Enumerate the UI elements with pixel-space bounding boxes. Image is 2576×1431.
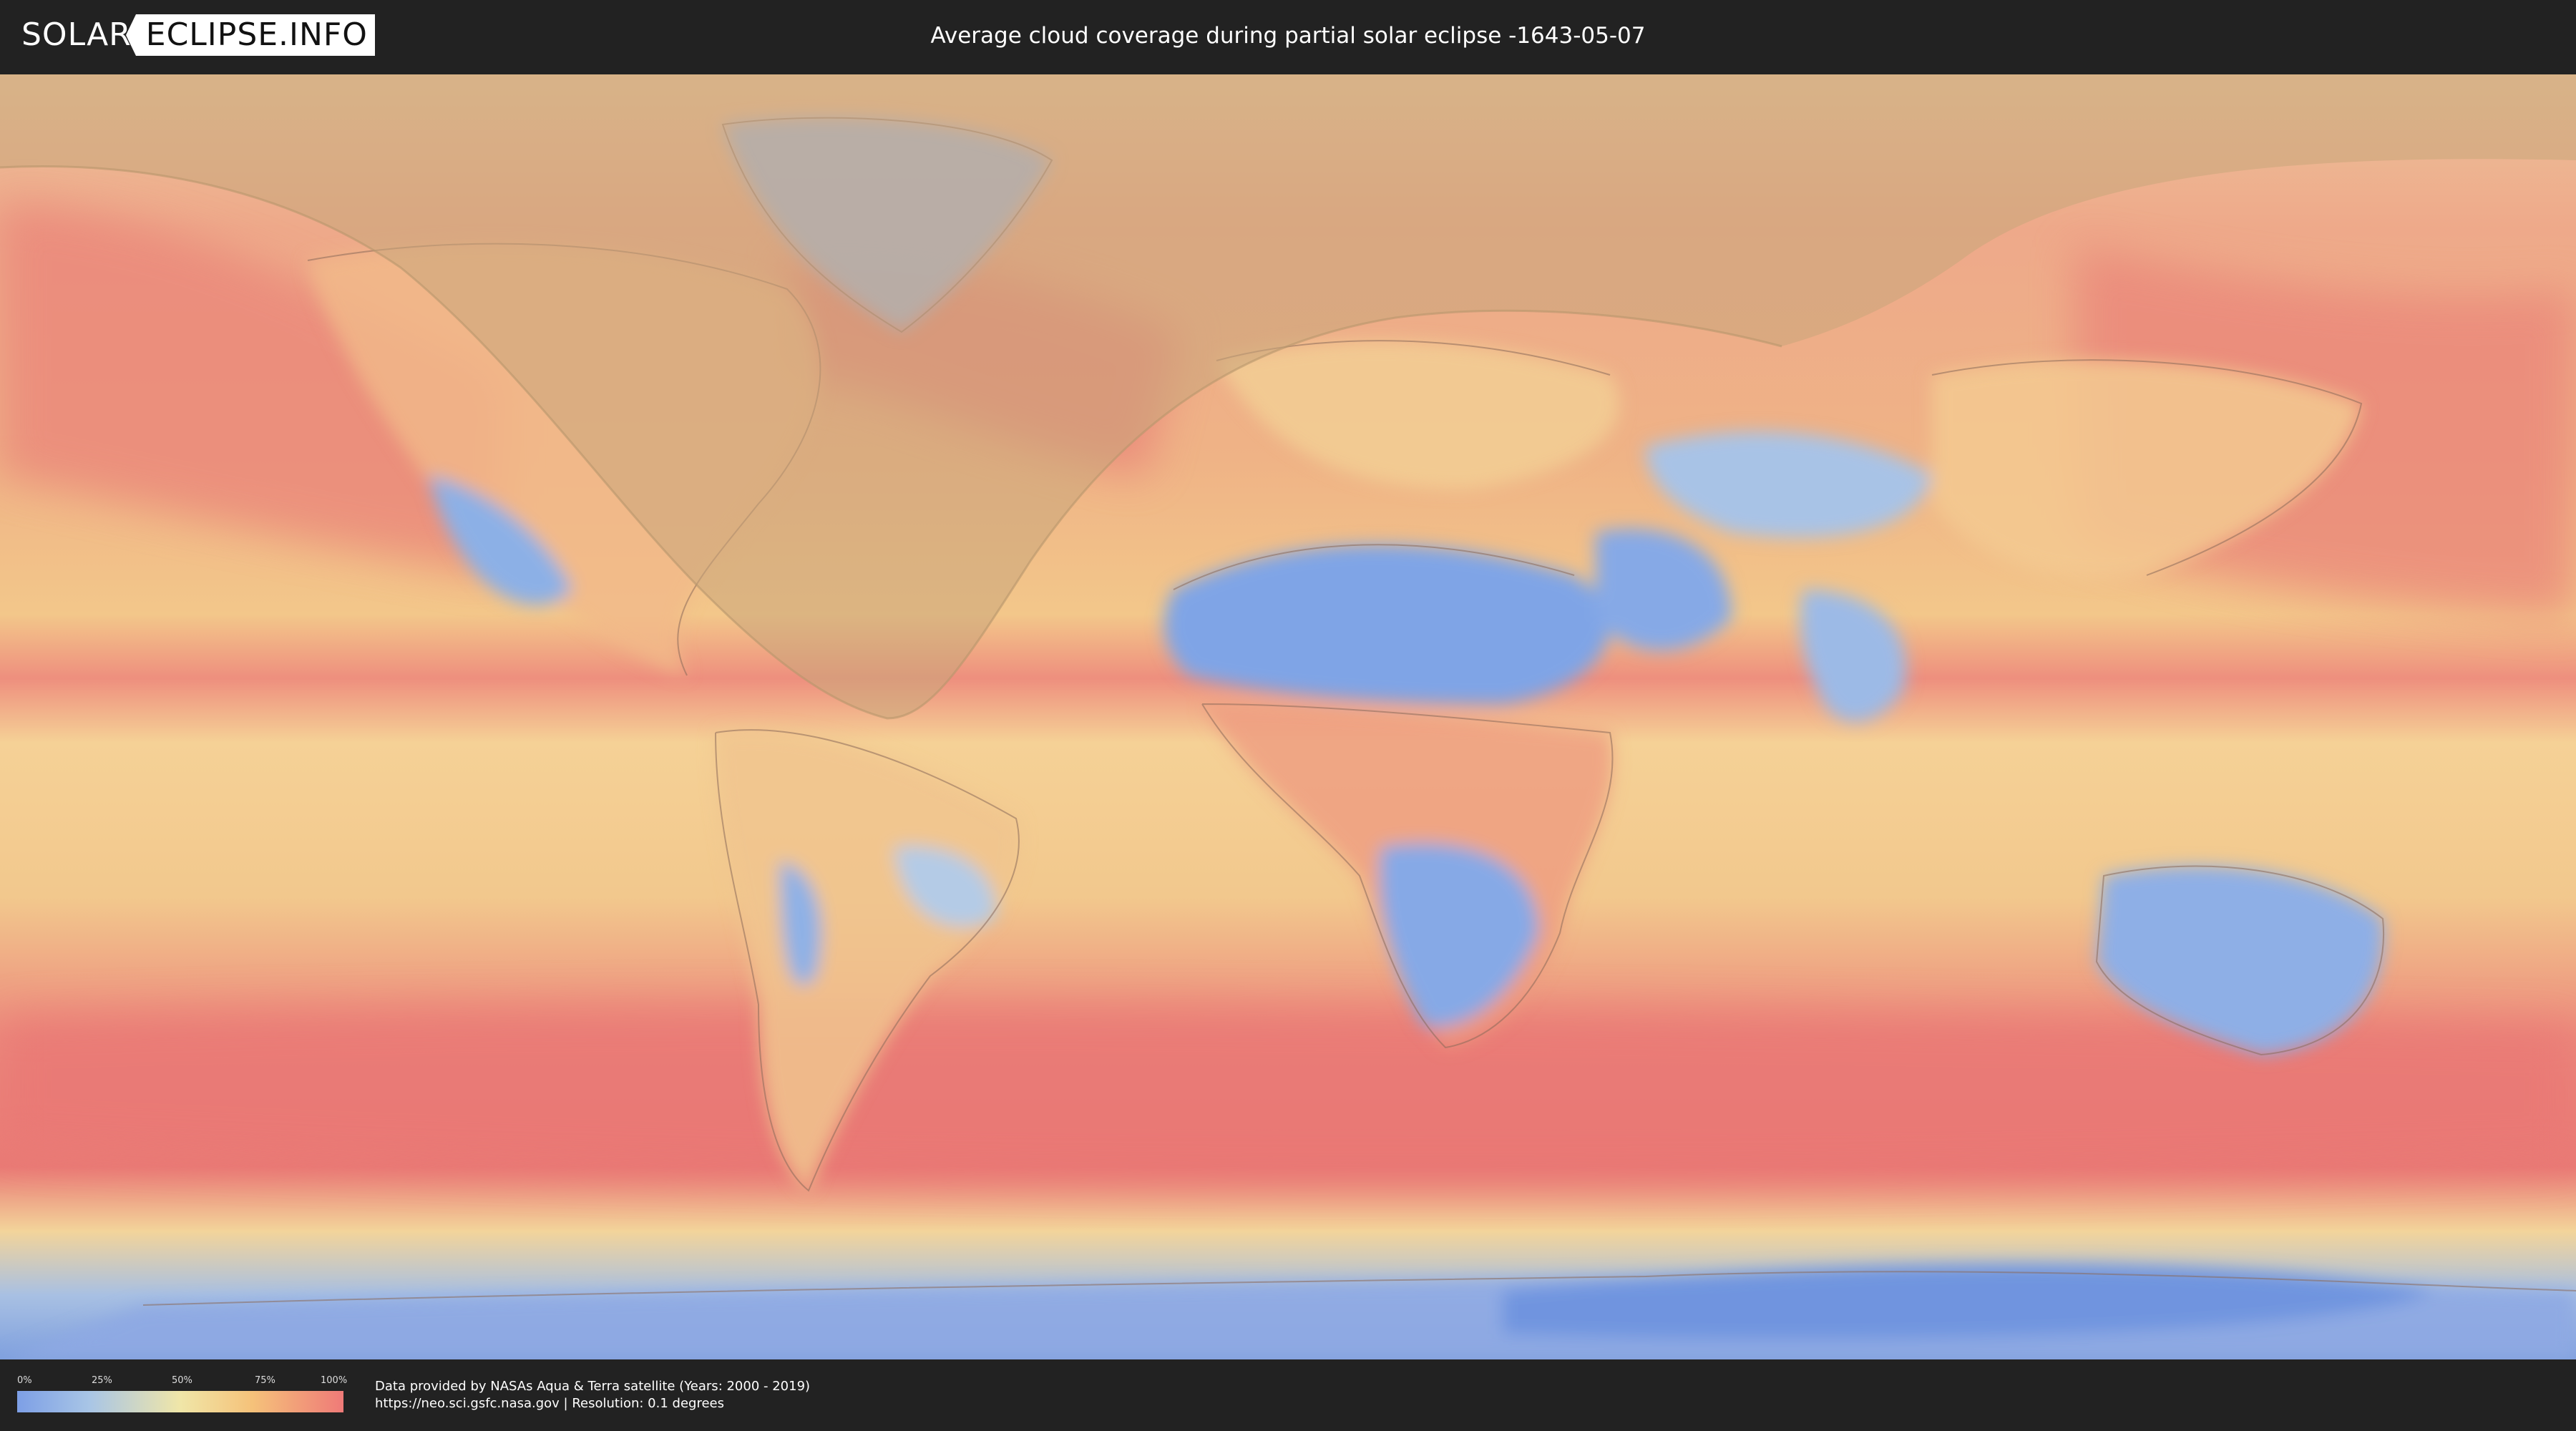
credit-line-2[interactable]: https://neo.sci.gsfc.nasa.gov | Resoluti… bbox=[375, 1395, 810, 1412]
footer-bar: 0% 25% 50% 75% 100% Data provided by NAS… bbox=[0, 1359, 2576, 1431]
page-title: Average cloud coverage during partial so… bbox=[930, 23, 1646, 49]
legend-tick-50: 50% bbox=[172, 1375, 192, 1386]
legend-tick-0: 0% bbox=[17, 1375, 32, 1386]
data-credit: Data provided by NASAs Aqua & Terra sate… bbox=[375, 1378, 810, 1412]
cloud-coverage-map[interactable] bbox=[0, 74, 2576, 1359]
legend-tick-100: 100% bbox=[321, 1375, 348, 1386]
legend-tick-75: 75% bbox=[255, 1375, 275, 1386]
cloud-coverage-legend: 0% 25% 50% 75% 100% bbox=[17, 1375, 347, 1414]
legend-color-bar bbox=[17, 1391, 343, 1412]
sahara-desert bbox=[1163, 544, 1610, 704]
legend-tick-25: 25% bbox=[92, 1375, 112, 1386]
legend-ticks: 0% 25% 50% 75% 100% bbox=[17, 1375, 347, 1390]
header-bar: SOLAR ECLIPSE.INFO Average cloud coverag… bbox=[0, 0, 2576, 72]
credit-line-1: Data provided by NASAs Aqua & Terra sate… bbox=[375, 1379, 811, 1394]
